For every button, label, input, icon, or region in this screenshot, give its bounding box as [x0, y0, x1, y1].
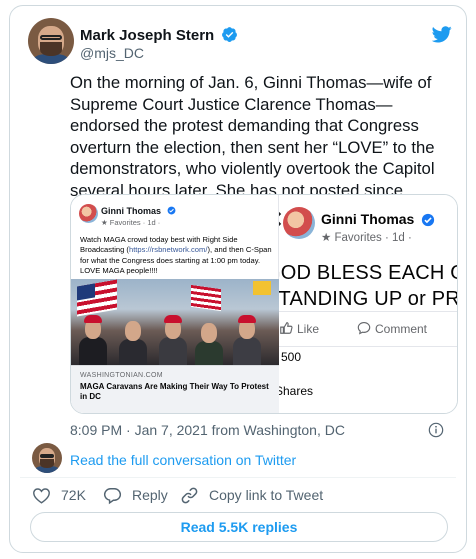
fb-small-post-text: Watch MAGA crowd today best with Right S…: [80, 235, 276, 277]
fb-small-verified-icon: [167, 206, 175, 215]
divider: [20, 477, 456, 478]
copy-link-label: Copy link to Tweet: [209, 487, 324, 503]
fb-large-meta: ★ Favorites · 1d ·: [321, 232, 412, 244]
fb-small-name: Ginni Thomas: [101, 206, 162, 216]
read-replies-button[interactable]: Read 5.5K replies: [30, 512, 448, 542]
embedded-tweet-card: Mark Joseph Stern @mjs_DC On the morning…: [9, 5, 467, 553]
tweet-timestamp[interactable]: 8:09 PM · Jan 7, 2021 from Washington, D…: [70, 422, 345, 438]
crowd-photo: [71, 279, 279, 365]
fb-comment-action: Comment: [357, 321, 427, 336]
author-avatar-small[interactable]: [32, 443, 62, 473]
fb-large-name-row: Ginni Thomas: [321, 211, 435, 227]
fb-post-link: https://rsbnetwork.com/: [128, 245, 208, 255]
facebook-post-small: Ginni Thomas ★ Favorites · 1d · Watch MA…: [71, 195, 279, 413]
fb-like-label: Like: [297, 322, 320, 336]
like-button[interactable]: 72K: [32, 484, 86, 506]
american-flag-graphic: [191, 284, 221, 312]
verified-badge-icon: [222, 27, 238, 42]
reply-icon: [103, 487, 122, 504]
fb-comment-label: Comment: [375, 322, 428, 336]
comment-icon: [357, 322, 371, 335]
link-title: MAGA Caravans Are Making Their Way To Pr…: [80, 382, 269, 401]
yellow-flag-graphic: [253, 281, 271, 295]
tweet-text: On the morning of Jan. 6, Ginni Thomas—w…: [70, 73, 435, 200]
info-icon[interactable]: [428, 422, 444, 438]
reply-label: Reply: [132, 487, 168, 503]
like-icon: [280, 322, 293, 334]
fb-like-action: Like: [279, 321, 319, 336]
fb-large-text-line2: STANDING UP or PRAYIN: [265, 288, 457, 310]
fb-verified-icon: [422, 213, 435, 227]
like-count: 72K: [61, 487, 86, 503]
fb-small-name-row: Ginni Thomas: [101, 206, 176, 216]
link-domain: WASHINGTONIAN.COM: [80, 372, 163, 379]
copy-link-button[interactable]: Copy link to Tweet: [180, 484, 323, 506]
fb-link-preview: WASHINGTONIAN.COM MAGA Caravans Are Maki…: [71, 365, 279, 413]
read-full-conversation-link[interactable]: Read the full conversation on Twitter: [70, 452, 296, 468]
reply-button[interactable]: Reply: [103, 484, 168, 506]
author-handle[interactable]: @mjs_DC: [80, 45, 144, 61]
fb-large-name: Ginni Thomas: [321, 211, 415, 227]
heart-icon: [33, 487, 50, 504]
twitter-logo-icon[interactable]: [432, 26, 452, 43]
facebook-post-large: ✕ Ginni Thomas ★ Favorites · 1d · GOD BL…: [265, 195, 457, 413]
author-name[interactable]: Mark Joseph Stern: [80, 27, 214, 44]
ginni-avatar-large: [283, 207, 315, 239]
tweet-media[interactable]: ✕ Ginni Thomas ★ Favorites · 1d · GOD BL…: [70, 194, 458, 414]
author-name-row[interactable]: Mark Joseph Stern: [80, 26, 238, 44]
ginni-avatar-small: [79, 204, 98, 223]
fb-reaction-count: 500: [281, 350, 302, 364]
fb-small-meta: ★ Favorites · 1d ·: [101, 218, 161, 227]
author-avatar[interactable]: [28, 18, 74, 64]
fb-action-bar: Like Comment: [265, 311, 457, 347]
link-icon: [181, 487, 198, 503]
american-flag-graphic: [77, 279, 117, 317]
fb-large-text-line1: GOD BLESS EACH OF Y: [265, 262, 457, 284]
